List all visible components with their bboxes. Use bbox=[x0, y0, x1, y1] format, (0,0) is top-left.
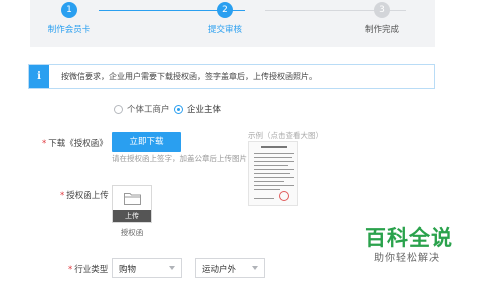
download-hint: 请在授权函上签字，加盖公章后上传图片 bbox=[112, 154, 247, 163]
info-icon: i bbox=[29, 65, 49, 88]
radio-individual-business[interactable]: 个体工商户 bbox=[114, 103, 170, 115]
select-value: 购物 bbox=[119, 265, 137, 275]
industry-primary-select[interactable]: 购物 bbox=[112, 258, 182, 278]
example-caption: 示例（点击查看大图） bbox=[248, 131, 323, 140]
progress-stepper: 1 制作会员卡 2 提交审核 3 制作完成 bbox=[30, 0, 435, 47]
required-marker: * bbox=[68, 265, 73, 275]
chevron-down-icon bbox=[252, 266, 258, 270]
step-2-label: 提交审核 bbox=[207, 25, 243, 35]
upload-bar-label: 上传 bbox=[113, 210, 151, 222]
step-1-number: 1 bbox=[61, 2, 77, 18]
radio-label: 企业主体 bbox=[187, 105, 222, 115]
upload-caption: 授权函 bbox=[120, 228, 144, 237]
notice-banner: i 按微信要求，企业用户需要下载授权函，签字盖章后，上传授权函照片。 bbox=[28, 64, 435, 89]
step-1-label: 制作会员卡 bbox=[47, 25, 91, 35]
notice-text: 按微信要求，企业用户需要下载授权函，签字盖章后，上传授权函照片。 bbox=[61, 72, 317, 81]
seal-icon bbox=[279, 191, 289, 201]
industry-secondary-select[interactable]: 运动户外 bbox=[195, 258, 265, 278]
watermark-slogan: 助你轻松解决 bbox=[374, 253, 440, 264]
radio-label: 个体工商户 bbox=[127, 105, 170, 115]
radio-checked-icon bbox=[174, 104, 183, 114]
upload-button[interactable]: 上传 bbox=[112, 185, 152, 223]
step-3-number: 3 bbox=[374, 2, 390, 18]
industry-label: * 行业类型 bbox=[68, 265, 109, 275]
required-marker: * bbox=[42, 139, 47, 149]
required-marker: * bbox=[60, 191, 65, 201]
download-label: * 下载《授权函》 bbox=[42, 139, 108, 149]
watermark-logo-text: 百科全说 bbox=[365, 226, 453, 250]
chevron-down-icon bbox=[169, 266, 175, 270]
download-now-button[interactable]: 立即下载 bbox=[112, 132, 181, 152]
step-2-number: 2 bbox=[217, 2, 233, 18]
folder-icon bbox=[124, 193, 141, 205]
example-thumbnail[interactable] bbox=[248, 141, 298, 206]
select-value: 运动户外 bbox=[202, 265, 237, 275]
radio-circle-icon bbox=[114, 104, 123, 114]
radio-enterprise[interactable]: 企业主体 bbox=[174, 103, 221, 115]
step-3-label: 制作完成 bbox=[364, 25, 400, 35]
upload-label: * 授权函上传 bbox=[60, 191, 109, 201]
